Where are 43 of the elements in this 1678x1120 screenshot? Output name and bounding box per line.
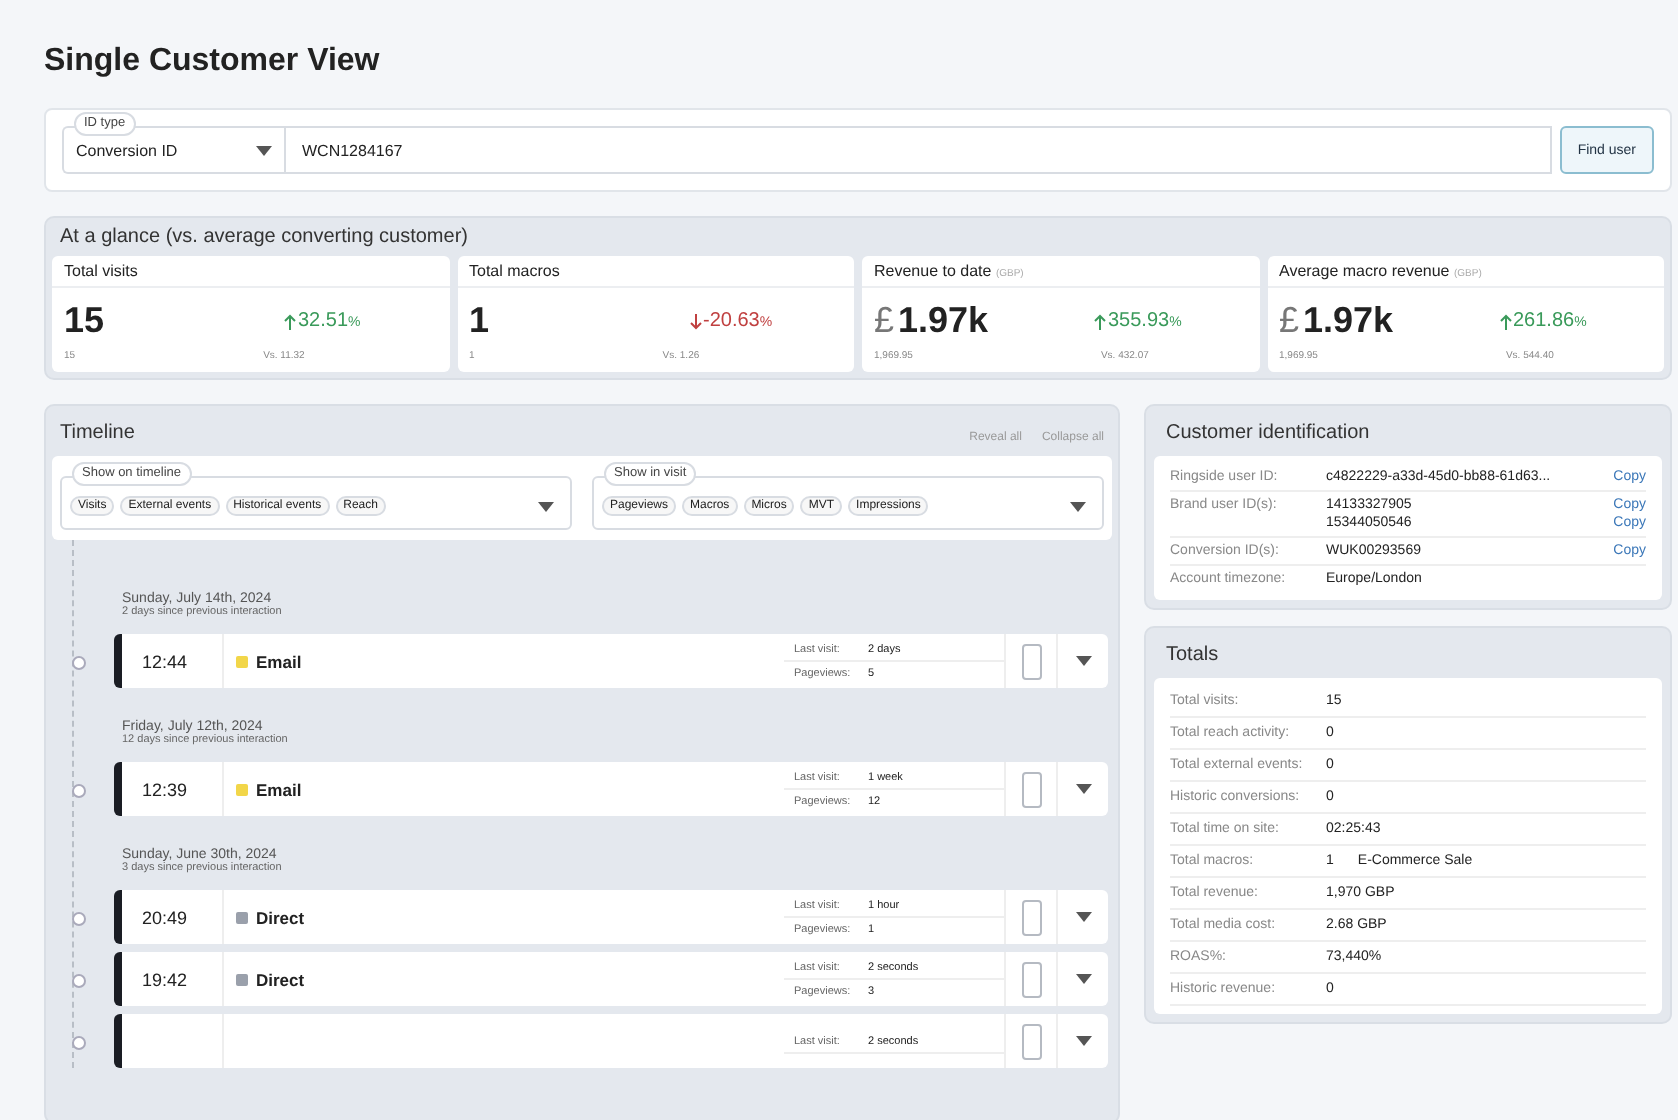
visit-time: 20:49 xyxy=(122,890,224,944)
stat-value: 1 xyxy=(469,300,490,340)
stat-value: 1.97k xyxy=(898,300,989,340)
caret-icon xyxy=(1070,501,1086,511)
stat-label: Average macro revenue xyxy=(1279,262,1450,280)
caret-icon xyxy=(256,145,272,155)
phone-icon xyxy=(1021,771,1041,807)
visit-source: Direct xyxy=(256,907,305,927)
phone-icon xyxy=(1021,961,1041,997)
panel-title: At a glance (vs. average converting customer) xyxy=(58,226,470,252)
stat-label: Revenue to date xyxy=(874,262,992,280)
timeline-node xyxy=(72,912,86,926)
visit-source: Email xyxy=(256,779,302,799)
expand-icon[interactable] xyxy=(1075,1036,1091,1046)
stat-value: 1.97k xyxy=(1303,300,1394,340)
stat-value: 15 xyxy=(64,300,105,340)
visit-time: 12:39 xyxy=(122,762,224,816)
panel-title: Timeline xyxy=(60,420,135,448)
caret-icon xyxy=(538,501,554,511)
input-field[interactable]: WCN1284167 xyxy=(284,126,1552,174)
timeline-node xyxy=(72,656,86,670)
expand-icon[interactable] xyxy=(1075,656,1091,666)
currency-symbol: £ xyxy=(1279,300,1300,340)
panel-title: Totals xyxy=(1164,642,1221,670)
page-title: Single Customer View xyxy=(44,42,382,82)
visit-time: 19:42 xyxy=(122,952,224,1006)
timeline-node xyxy=(72,1036,86,1050)
stat-label: Total macros xyxy=(469,262,560,280)
expand-icon[interactable] xyxy=(1075,974,1091,984)
phone-icon xyxy=(1021,899,1041,935)
timeline-node xyxy=(72,974,86,988)
visit-source: Email xyxy=(256,651,302,671)
expand-icon[interactable] xyxy=(1075,912,1091,922)
visit-source: Direct xyxy=(256,969,305,989)
phone-icon xyxy=(1021,643,1041,679)
phone-icon xyxy=(1021,1023,1041,1059)
stat-label: Total visits xyxy=(64,262,138,280)
timeline-node xyxy=(72,784,86,798)
currency-symbol: £ xyxy=(874,300,895,340)
visit-time: 12:44 xyxy=(122,634,224,688)
panel-title: Customer identification xyxy=(1164,420,1372,448)
id-type-dropdown[interactable]: Conversion ID xyxy=(62,126,284,174)
expand-icon[interactable] xyxy=(1075,784,1091,794)
